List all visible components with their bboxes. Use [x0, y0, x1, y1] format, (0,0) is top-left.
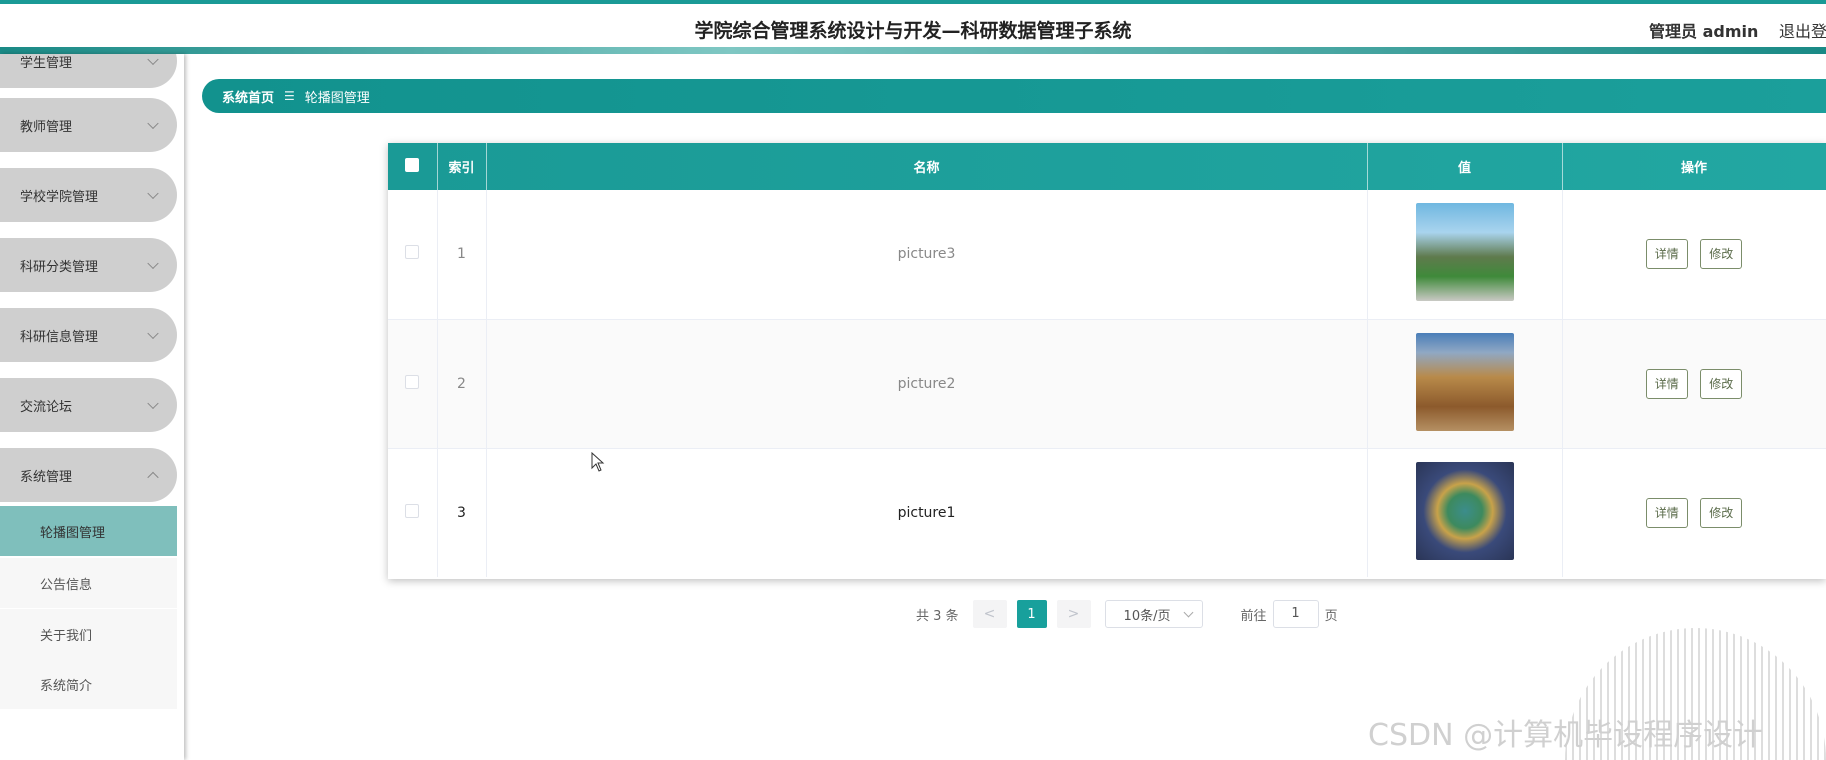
app-title: 学院综合管理系统设计与开发—科研数据管理子系统: [694, 20, 1132, 42]
mouse-cursor-icon: [591, 452, 605, 472]
sidebar-item-colleges[interactable]: 学校学院管理: [0, 168, 177, 222]
admin-user-label: 管理员 admin: [1649, 22, 1759, 41]
row-checkbox[interactable]: [405, 503, 420, 518]
detail-button[interactable]: 详情: [1645, 368, 1688, 399]
header: 学院综合管理系统设计与开发—科研数据管理子系统 管理员 admin 退出登: [0, 4, 1826, 50]
sidebar-item-label: 系统管理: [20, 469, 73, 485]
edit-button[interactable]: 修改: [1700, 368, 1743, 399]
sidebar-subitem-label: 轮播图管理: [40, 525, 106, 541]
sidebar-item-label: 教师管理: [20, 119, 73, 135]
edit-button[interactable]: 修改: [1700, 239, 1743, 270]
table-header-row: 索引 名称 值 操作: [388, 143, 1826, 190]
carousel-image[interactable]: [1415, 461, 1514, 560]
column-header-index: 索引: [437, 143, 487, 190]
sidebar-item-research-info[interactable]: 科研信息管理: [0, 308, 177, 362]
sidebar-item-teachers[interactable]: 教师管理: [0, 98, 177, 152]
column-header-name: 名称: [486, 143, 1368, 190]
chevron-down-icon: [147, 257, 159, 270]
row-index: 2: [437, 319, 487, 448]
sidebar-item-research-category[interactable]: 科研分类管理: [0, 238, 177, 292]
row-checkbox[interactable]: [405, 245, 420, 260]
chevron-down-icon: [147, 117, 159, 130]
row-index: 1: [437, 190, 487, 319]
chevron-down-icon: [147, 327, 159, 340]
sidebar-item-label: 科研分类管理: [20, 259, 99, 275]
detail-button[interactable]: 详情: [1645, 239, 1688, 270]
row-name: picture3: [486, 190, 1368, 319]
sidebar-item-label: 交流论坛: [20, 399, 73, 415]
goto-page-input[interactable]: 1: [1272, 600, 1319, 628]
page-size-select[interactable]: 10条/页: [1104, 600, 1203, 628]
sidebar-subitem-label: 系统简介: [40, 678, 93, 694]
sidebar-item-label: 科研信息管理: [20, 329, 99, 345]
sidebar-subitem-notice[interactable]: 公告信息: [0, 558, 177, 608]
chevron-down-icon: [147, 187, 159, 200]
select-all-cell: [388, 143, 438, 190]
breadcrumb-home[interactable]: 系统首页: [222, 87, 274, 106]
carousel-image[interactable]: [1415, 332, 1514, 431]
sidebar: 学生管理 教师管理 学校学院管理 科研分类管理 科研信息管理 交流论坛 系统管理…: [0, 54, 184, 760]
breadcrumb: 系统首页 ☰ 轮播图管理: [202, 79, 1826, 113]
carousel-image[interactable]: [1415, 203, 1514, 302]
sidebar-item-label: 学校学院管理: [20, 189, 99, 205]
sidebar-subitem-about[interactable]: 关于我们: [0, 609, 177, 659]
sidebar-item-students[interactable]: 学生管理: [0, 54, 177, 88]
column-header-value: 值: [1367, 143, 1563, 190]
chevron-down-icon: [147, 54, 159, 66]
carousel-table: 索引 名称 值 操作 1 picture3 详情 修改 2 picture2 详…: [388, 143, 1826, 579]
header-divider: [0, 47, 1826, 54]
page-unit-label: 页: [1324, 608, 1338, 624]
goto-label: 前往: [1240, 608, 1267, 624]
sidebar-subitem-label: 公告信息: [40, 577, 93, 593]
detail-button[interactable]: 详情: [1645, 497, 1688, 528]
page-size-value: 10条/页: [1123, 608, 1171, 624]
logout-link[interactable]: 退出登: [1779, 18, 1826, 42]
pagination: 共 3 条 < 1 > 10条/页 前往 1 页: [916, 600, 1338, 628]
sidebar-subitem-intro[interactable]: 系统简介: [0, 659, 177, 709]
sidebar-item-forum[interactable]: 交流论坛: [0, 378, 177, 432]
prev-page-button[interactable]: <: [972, 600, 1007, 628]
edit-button[interactable]: 修改: [1700, 497, 1743, 528]
select-all-checkbox[interactable]: [405, 157, 420, 172]
row-name: picture2: [486, 319, 1368, 448]
sidebar-subitem-carousel[interactable]: 轮播图管理: [0, 506, 177, 556]
table-row: 2 picture2 详情 修改: [388, 319, 1826, 448]
table-row: 1 picture3 详情 修改: [388, 190, 1826, 319]
sidebar-subitem-label: 关于我们: [40, 628, 93, 644]
page-number-button[interactable]: 1: [1016, 600, 1047, 628]
next-page-button[interactable]: >: [1056, 600, 1091, 628]
breadcrumb-current: 轮播图管理: [304, 90, 370, 106]
watermark-text: CSDN @计算机毕设程序设计: [1368, 718, 1764, 753]
row-checkbox[interactable]: [405, 374, 420, 389]
chevron-down-icon: [147, 397, 159, 410]
chevron-up-icon: [147, 471, 159, 484]
row-index: 3: [437, 448, 487, 577]
sidebar-item-label: 学生管理: [20, 55, 73, 71]
pagination-total: 共 3 条: [916, 608, 959, 624]
breadcrumb-separator-icon: ☰: [284, 89, 295, 103]
chevron-down-icon: [1183, 607, 1193, 618]
sidebar-item-system[interactable]: 系统管理: [0, 448, 177, 502]
column-header-actions: 操作: [1562, 143, 1826, 190]
row-name: picture1: [486, 448, 1368, 577]
